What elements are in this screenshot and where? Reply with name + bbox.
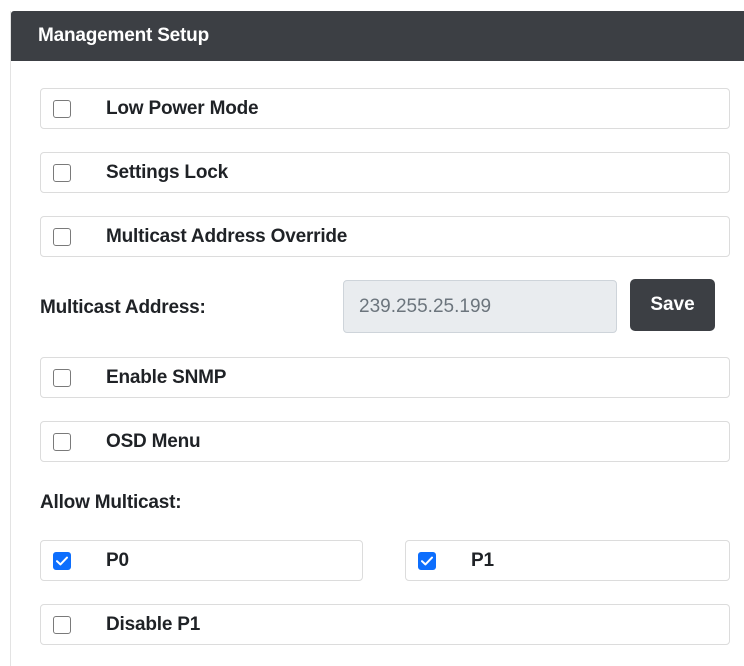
disable-p1-checkbox[interactable]: [53, 615, 71, 634]
osd-menu-checkbox[interactable]: [53, 432, 71, 451]
multicast-address-input[interactable]: [343, 280, 617, 333]
checkmark-icon: [421, 556, 433, 565]
option-p1[interactable]: P1: [405, 540, 730, 581]
multicast-address-override-checkbox[interactable]: [53, 227, 71, 246]
enable-snmp-checkbox[interactable]: [53, 368, 71, 387]
option-low-power-mode[interactable]: Low Power Mode: [40, 88, 730, 129]
osd-menu-label: OSD Menu: [106, 430, 201, 452]
checkbox-wrapper: [43, 153, 81, 192]
p1-label: P1: [471, 549, 494, 571]
panel-header: Management Setup: [11, 11, 744, 61]
p1-checkbox[interactable]: [418, 551, 436, 570]
allow-multicast-label: Allow Multicast:: [40, 492, 182, 513]
management-setup-panel: Management Setup Low Power Mode Settings…: [10, 11, 744, 666]
option-p0[interactable]: P0: [40, 540, 363, 581]
checkbox-wrapper: [43, 217, 81, 256]
checkmark-icon: [56, 556, 68, 565]
checkbox-wrapper: [43, 541, 81, 580]
enable-snmp-label: Enable SNMP: [106, 366, 227, 388]
settings-lock-label: Settings Lock: [106, 161, 228, 183]
settings-lock-checkbox[interactable]: [53, 163, 71, 182]
option-enable-snmp[interactable]: Enable SNMP: [40, 357, 730, 398]
checkbox-wrapper: [43, 605, 81, 644]
panel-title: Management Setup: [38, 25, 209, 46]
checkbox-wrapper: [43, 358, 81, 397]
multicast-address-label: Multicast Address:: [40, 297, 206, 318]
low-power-mode-label: Low Power Mode: [106, 97, 259, 119]
option-multicast-address-override[interactable]: Multicast Address Override: [40, 216, 730, 257]
checkbox-wrapper: [408, 541, 446, 580]
checkbox-wrapper: [43, 89, 81, 128]
p0-label: P0: [106, 549, 129, 571]
p0-checkbox[interactable]: [53, 551, 71, 570]
option-osd-menu[interactable]: OSD Menu: [40, 421, 730, 462]
option-disable-p1[interactable]: Disable P1: [40, 604, 730, 645]
option-settings-lock[interactable]: Settings Lock: [40, 152, 730, 193]
checkbox-wrapper: [43, 422, 81, 461]
save-button[interactable]: Save: [630, 279, 715, 331]
disable-p1-label: Disable P1: [106, 613, 201, 635]
multicast-address-override-label: Multicast Address Override: [106, 225, 348, 247]
low-power-mode-checkbox[interactable]: [53, 99, 71, 118]
